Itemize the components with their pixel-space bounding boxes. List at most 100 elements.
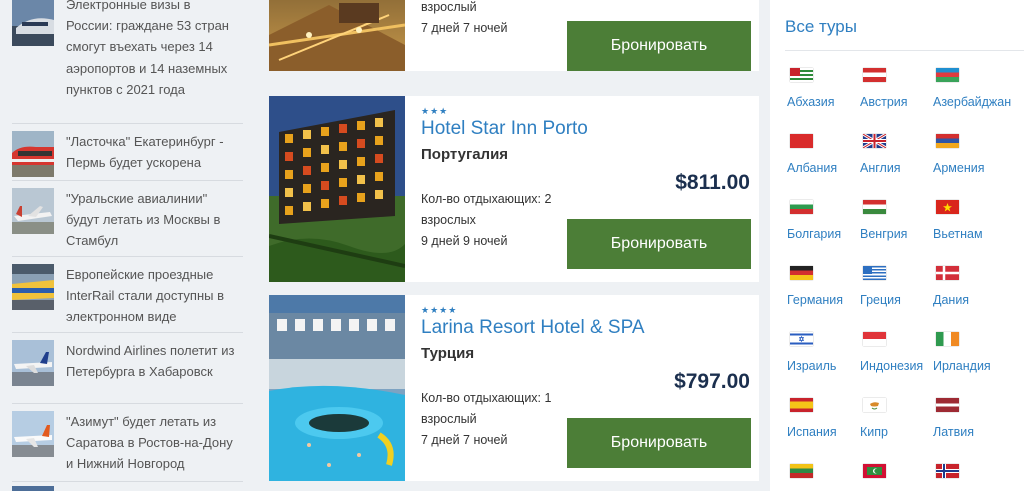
news-title[interactable]: Европейские проездные InterRail стали до… [66,264,236,332]
flag-icon [863,200,886,214]
news-thumbnail [12,264,54,310]
hotel-image[interactable] [269,295,405,481]
country-name[interactable]: Абхазия [787,95,861,109]
country-name[interactable]: Дания [933,293,1007,307]
country-name[interactable]: Англия [860,161,934,175]
country-name[interactable]: Кипр [860,425,934,439]
country-name[interactable]: Германия [787,293,861,307]
news-thumbnail [12,131,54,177]
news-thumbnail [12,486,54,491]
country-link[interactable]: Израиль [787,332,861,373]
country-name[interactable]: Азербайджан [933,95,1011,109]
hotel-duration: 9 дней 9 ночей [421,234,508,248]
country-link[interactable]: Вьетнам [933,200,1007,241]
flag-icon [863,332,886,346]
country-name[interactable]: Израиль [787,359,861,373]
divider [785,50,1024,51]
country-name[interactable]: Испания [787,425,861,439]
flag-icon [790,464,813,478]
book-button[interactable]: Бронировать [567,219,751,269]
hotel-stars: ★★★★ [421,305,458,315]
country-link[interactable]: Венгрия [860,200,934,241]
country-name[interactable]: Индонезия [860,359,934,373]
country-link[interactable]: Австрия [860,68,934,109]
flag-icon [863,134,886,148]
country-link[interactable] [787,464,861,491]
hotel-stars: ★★★ [421,106,449,116]
country-link[interactable] [860,464,934,491]
hotel-price: $811.00 [675,171,750,194]
country-link[interactable]: Армения [933,134,1007,175]
news-title[interactable]: "Уральские авиалинии" будут летать из Мо… [66,188,236,256]
country-link[interactable]: Кипр [860,398,934,439]
hotel-card[interactable]: ★★★★ Larina Resort Hotel & SPA Турция $7… [269,295,759,481]
news-title[interactable]: "Азимут" будет летать из Саратова в Рост… [66,411,236,481]
country-name[interactable]: Албания [787,161,861,175]
country-link[interactable]: Абхазия [787,68,861,109]
hotel-guests-info: Кол-во отдыхающих: 1 взрослый 7 дней 7 н… [421,0,571,39]
country-link[interactable]: Азербайджан [933,68,1011,109]
country-link[interactable]: Болгария [787,200,861,241]
book-button[interactable]: Бронировать [567,418,751,468]
news-item[interactable]: "Азимут" будет летать из Саратова в Рост… [12,404,243,482]
hotel-price: $797.00 [674,370,750,393]
flag-icon [790,266,813,280]
country-name[interactable]: Армения [933,161,1007,175]
country-link[interactable]: Ирландия [933,332,1007,373]
hotel-image[interactable] [269,96,405,282]
hotel-guests: Кол-во отдыхающих: 1 взрослый [421,391,552,426]
hotel-card[interactable]: Кол-во отдыхающих: 1 взрослый 7 дней 7 н… [269,0,759,71]
country-name[interactable]: Греция [860,293,934,307]
flag-icon [790,134,813,148]
news-title[interactable]: Электронные визы в России: граждане 53 с… [66,0,236,123]
hotel-guests: Кол-во отдыхающих: 1 взрослый [421,0,477,14]
hotel-duration: 7 дней 7 ночей [421,21,508,35]
book-button[interactable]: Бронировать [567,21,751,71]
country-name[interactable]: Австрия [860,95,934,109]
flag-icon [936,266,959,280]
flag-icon [863,68,886,82]
hotel-name-link[interactable]: Hotel Star Inn Porto [421,118,588,140]
hotel-country: Турция [421,345,475,362]
country-name[interactable]: Венгрия [860,227,934,241]
news-title[interactable]: Nordwind Airlines полетит из Петербурга … [66,340,236,403]
hotel-image[interactable] [269,0,405,71]
news-item[interactable]: "Ласточка" Екатеринбург - Пермь будет ус… [12,124,243,181]
news-item[interactable]: Nordwind Airlines полетит из Петербурга … [12,333,243,404]
flag-icon [790,398,813,412]
country-link[interactable]: Греция [860,266,934,307]
flag-icon [936,332,959,346]
news-title[interactable]: "Ласточка" Екатеринбург - Пермь будет ус… [66,131,236,180]
hotel-duration: 7 дней 7 ночей [421,433,508,447]
country-link[interactable]: Испания [787,398,861,439]
news-item[interactable] [12,486,243,491]
flag-icon [863,266,886,280]
country-name[interactable]: Болгария [787,227,861,241]
flag-icon [790,68,813,82]
flag-icon [790,332,813,346]
country-link[interactable]: Дания [933,266,1007,307]
hotel-name-link[interactable]: Larina Resort Hotel & SPA [421,317,645,339]
news-thumbnail [12,0,54,46]
country-name[interactable]: Вьетнам [933,227,1007,241]
news-thumbnail [12,188,54,234]
country-name[interactable]: Ирландия [933,359,1007,373]
news-item[interactable]: Европейские проездные InterRail стали до… [12,257,243,333]
flag-icon [936,464,959,478]
hotel-card[interactable]: ★★★ Hotel Star Inn Porto Португалия $811… [269,96,759,282]
flag-icon [936,134,959,148]
flag-icon [936,200,959,214]
country-link[interactable] [933,464,1007,491]
country-name[interactable]: Латвия [933,425,1007,439]
hotel-guests-info: Кол-во отдыхающих: 1 взрослый 7 дней 7 н… [421,388,571,451]
hotel-country: Португалия [421,146,509,163]
country-link[interactable]: Германия [787,266,861,307]
country-link[interactable]: Албания [787,134,861,175]
country-link[interactable]: Индонезия [860,332,934,373]
hotel-guests-info: Кол-во отдыхающих: 2 взрослых 9 дней 9 н… [421,189,571,252]
news-thumbnail [12,411,54,457]
news-item[interactable]: "Уральские авиалинии" будут летать из Мо… [12,181,243,257]
news-item[interactable]: Электронные визы в России: граждане 53 с… [12,0,243,124]
country-link[interactable]: Латвия [933,398,1007,439]
country-link[interactable]: Англия [860,134,934,175]
